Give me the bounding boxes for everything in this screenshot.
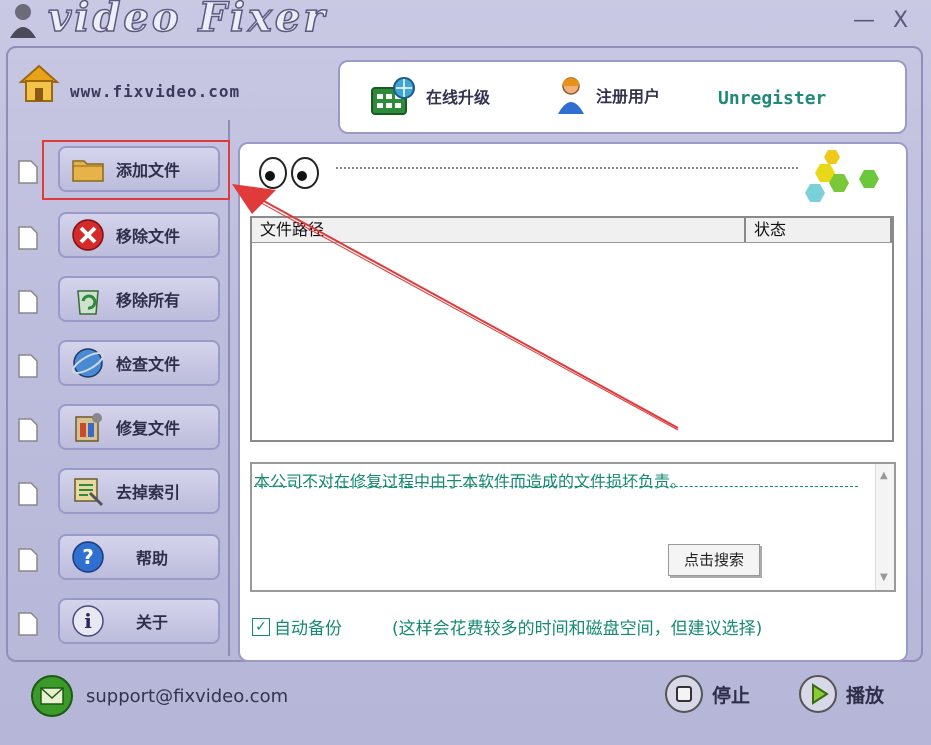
svg-text:?: ? bbox=[82, 545, 94, 569]
sidebar-item-label: 移除文件 bbox=[116, 227, 181, 246]
sidebar-row-remove-all: 移除所有 bbox=[18, 276, 228, 326]
hexagons-icon bbox=[805, 150, 879, 202]
document-icon bbox=[18, 290, 38, 314]
remove-all-button[interactable]: 移除所有 bbox=[58, 276, 220, 322]
app-title: video Fixer bbox=[47, 0, 328, 42]
svg-text:i: i bbox=[84, 609, 92, 633]
document-icon bbox=[18, 548, 38, 572]
scroll-down-icon[interactable]: ▼ bbox=[880, 572, 888, 583]
support-email[interactable]: support@fixvideo.com bbox=[86, 686, 288, 707]
sidebar-row-remove-file: 移除文件 bbox=[18, 212, 228, 262]
search-button[interactable]: 点击搜索 bbox=[668, 544, 760, 576]
dashed-divider bbox=[254, 486, 858, 487]
play-icon bbox=[799, 675, 837, 713]
disclaimer-text: 本公司不对在修复过程中由于本软件而造成的文件损坏负责。 bbox=[254, 472, 687, 491]
document-icon bbox=[18, 226, 38, 250]
globe-check-icon bbox=[71, 348, 105, 378]
user-icon bbox=[558, 77, 584, 114]
sidebar-item-label: 移除所有 bbox=[116, 291, 181, 310]
minimize-button[interactable]: — bbox=[853, 10, 875, 32]
home-icon bbox=[18, 64, 60, 102]
document-icon bbox=[18, 482, 38, 506]
auto-backup-option: ✓ 自动备份 (这样会花费较多的时间和磁盘空间，但建议选择) bbox=[252, 614, 762, 639]
register-user-button[interactable]: 注册用户 bbox=[556, 76, 660, 114]
play-button[interactable]: 播放 bbox=[798, 674, 884, 714]
sidebar-row-help: ? 帮助 bbox=[18, 534, 228, 584]
sidebar-row-repair-file: 修复文件 bbox=[18, 404, 228, 454]
log-box[interactable]: 本公司不对在修复过程中由于本软件而造成的文件损坏负责。 点击搜索 ▲ ▼ bbox=[250, 462, 896, 592]
repair-file-button[interactable]: 修复文件 bbox=[58, 404, 220, 450]
scroll-up-icon[interactable]: ▲ bbox=[880, 470, 888, 481]
dotted-divider bbox=[336, 167, 798, 169]
highlight-box bbox=[42, 140, 230, 200]
play-label: 播放 bbox=[846, 684, 885, 707]
stop-icon bbox=[665, 675, 703, 713]
help-icon: ? bbox=[72, 541, 104, 573]
repair-icon bbox=[75, 413, 102, 442]
auto-backup-note: (这样会花费较多的时间和磁盘空间，但建议选择) bbox=[392, 619, 763, 639]
title-bar: video Fixer — X bbox=[0, 0, 931, 46]
sidebar-row-remove-index: 去掉索引 bbox=[18, 468, 228, 518]
document-icon bbox=[18, 418, 38, 442]
sidebar-item-label: 修复文件 bbox=[116, 419, 181, 438]
column-header-path[interactable]: 文件路径 bbox=[252, 218, 746, 242]
sidebar-item-label: 关于 bbox=[136, 613, 169, 632]
register-label: 注册用户 bbox=[596, 87, 661, 106]
index-icon bbox=[74, 478, 104, 507]
remove-index-button[interactable]: 去掉索引 bbox=[58, 468, 220, 514]
support-contact[interactable]: support@fixvideo.com bbox=[30, 674, 288, 718]
about-button[interactable]: i 关于 bbox=[58, 598, 220, 644]
table-header: 文件路径 状态 bbox=[252, 218, 892, 243]
document-icon bbox=[18, 160, 38, 184]
help-button[interactable]: ? 帮助 bbox=[58, 534, 220, 580]
sidebar-item-label: 帮助 bbox=[136, 549, 169, 568]
eyes-icon bbox=[259, 157, 319, 189]
log-scrollbar[interactable]: ▲ ▼ bbox=[875, 464, 894, 590]
upgrade-label: 在线升级 bbox=[426, 88, 491, 107]
website-label[interactable]: www.fixvideo.com bbox=[70, 82, 240, 101]
document-icon bbox=[18, 612, 38, 636]
info-icon: i bbox=[72, 605, 104, 637]
recycle-icon bbox=[77, 290, 99, 315]
remove-icon bbox=[72, 219, 104, 251]
sidebar-row-about: i 关于 bbox=[18, 598, 228, 648]
file-table[interactable]: 文件路径 状态 bbox=[250, 216, 894, 442]
check-file-button[interactable]: 检查文件 bbox=[58, 340, 220, 386]
auto-backup-label[interactable]: 自动备份 bbox=[274, 614, 342, 639]
mail-icon bbox=[31, 675, 73, 717]
document-icon bbox=[18, 354, 38, 378]
stop-button[interactable]: 停止 bbox=[664, 674, 750, 714]
auto-backup-checkbox[interactable]: ✓ bbox=[252, 617, 270, 636]
sidebar-row-check-file: 检查文件 bbox=[18, 340, 228, 390]
remove-file-button[interactable]: 移除文件 bbox=[58, 212, 220, 258]
sidebar-item-label: 检查文件 bbox=[116, 355, 181, 374]
calendar-globe-icon bbox=[371, 77, 415, 115]
stop-label: 停止 bbox=[712, 684, 751, 707]
column-header-status[interactable]: 状态 bbox=[746, 218, 892, 242]
top-panel: 在线升级 注册用户 Unregister bbox=[338, 60, 907, 134]
sidebar-item-label: 去掉索引 bbox=[116, 483, 181, 502]
brand-area: www.fixvideo.com bbox=[18, 62, 308, 112]
registration-status: Unregister bbox=[718, 88, 827, 109]
online-upgrade-button[interactable]: 在线升级 bbox=[370, 76, 490, 116]
user-avatar-icon bbox=[10, 4, 36, 38]
close-button[interactable]: X bbox=[893, 10, 908, 32]
